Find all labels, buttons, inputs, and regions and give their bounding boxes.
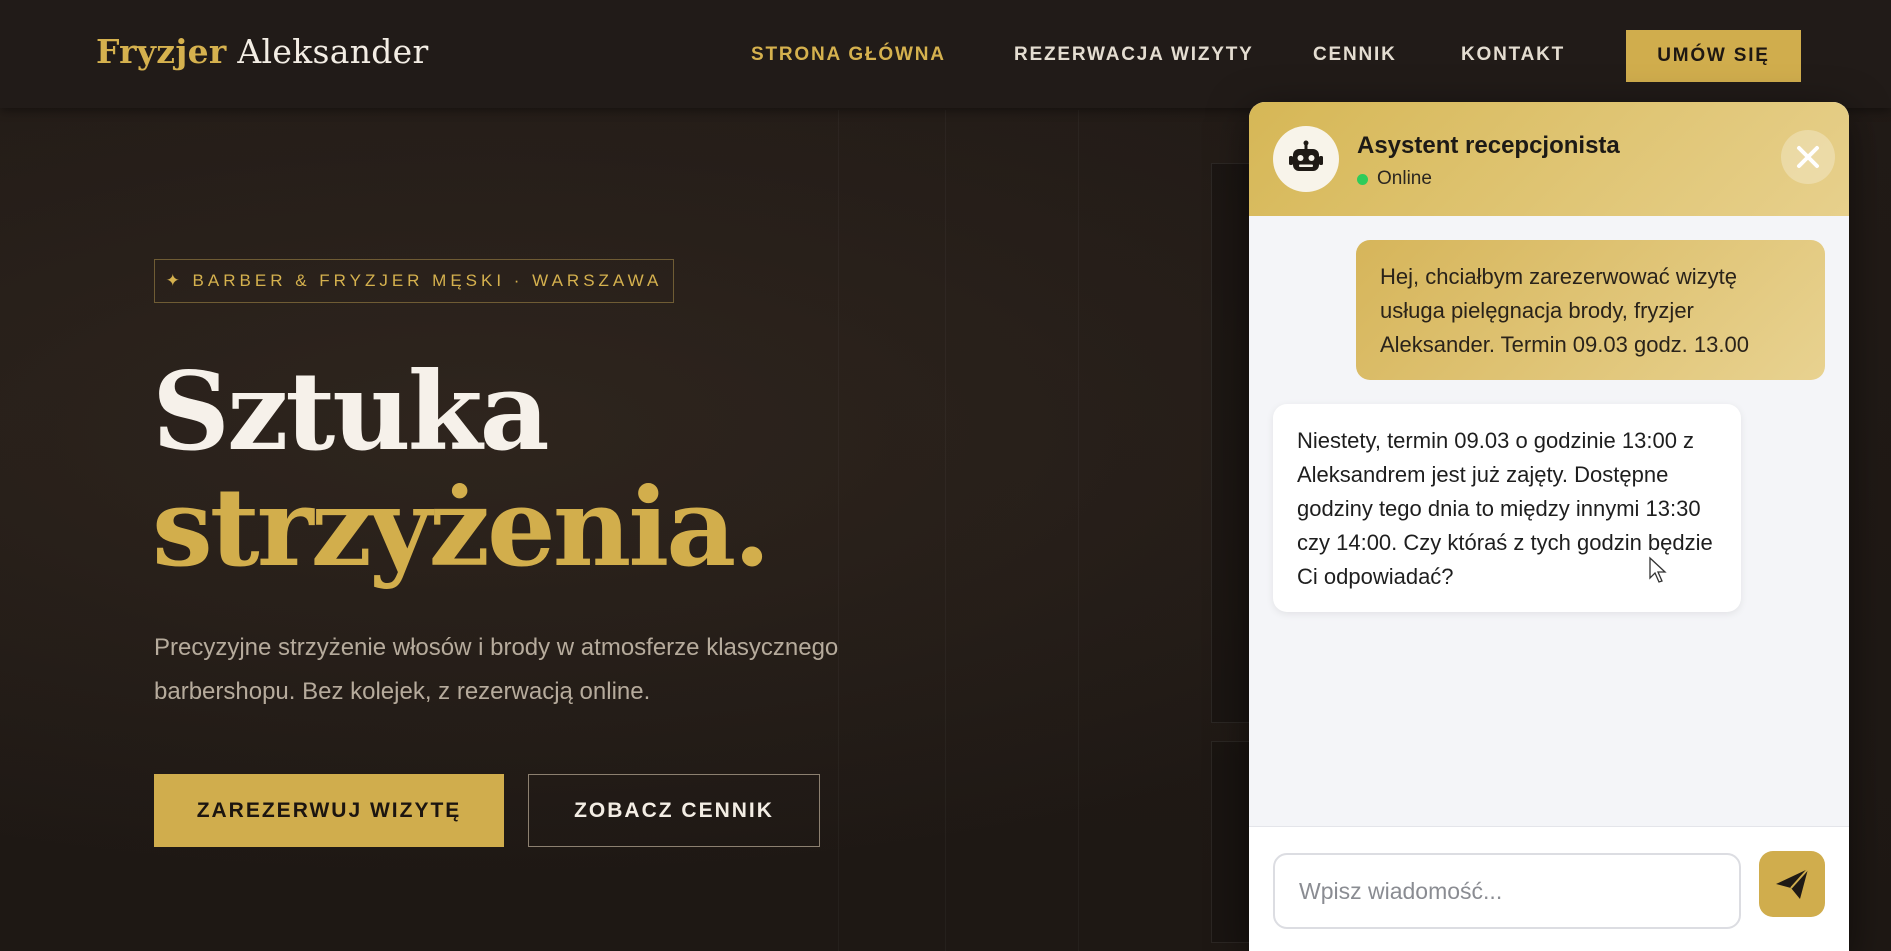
online-status-dot (1357, 173, 1368, 185)
hero-title: Sztuka strzyżenia. (152, 349, 771, 591)
chat-status: Online (1357, 168, 1432, 190)
chat-title: Asystent recepcjonista (1357, 132, 1620, 159)
nav-link-booking[interactable]: REZERWACJA WIZYTY (1014, 44, 1254, 66)
close-icon (1797, 146, 1819, 168)
nav-link-pricing[interactable]: CENNIK (1313, 44, 1397, 66)
send-message-button[interactable] (1759, 851, 1825, 917)
user-message: Hej, chciałbym zarezerwować wizytę usług… (1356, 240, 1825, 380)
nav-link-home[interactable]: STRONA GŁÓWNA (751, 44, 946, 66)
robot-icon (1273, 126, 1339, 192)
main-nav: STRONA GŁÓWNA REZERWACJA WIZYTY CENNIK K… (0, 0, 1891, 108)
hero-title-line1: Sztuka (152, 349, 550, 475)
hero-title-line2: strzyżenia. (152, 465, 771, 591)
close-chat-button[interactable] (1781, 130, 1835, 184)
hero-badge: ✦ BARBER & FRYZJER MĘSKI · WARSZAWA (154, 259, 674, 303)
chat-widget: Asystent recepcjonista Online Hej, chcia… (1249, 102, 1849, 951)
chat-header: Asystent recepcjonista Online (1249, 102, 1849, 216)
view-pricing-button[interactable]: ZOBACZ CENNIK (528, 774, 820, 847)
chat-status-label: Online (1377, 168, 1432, 189)
nav-link-contact[interactable]: KONTAKT (1461, 44, 1565, 66)
reserve-visit-button[interactable]: ZAREZERWUJ WIZYTĘ (154, 774, 504, 847)
mouse-cursor-icon (1649, 556, 1667, 583)
book-appointment-button[interactable]: UMÓW SIĘ (1626, 30, 1801, 82)
hero-description: Precyzyjne strzyżenie włosów i brody w a… (154, 634, 839, 705)
chat-message-input[interactable] (1273, 853, 1741, 929)
send-icon (1776, 868, 1809, 899)
assistant-message: Niestety, termin 09.03 o godzinie 13:00 … (1273, 404, 1741, 612)
chat-footer (1249, 826, 1849, 951)
site-header: Fryzjer Aleksander STRONA GŁÓWNA REZERWA… (0, 0, 1891, 108)
